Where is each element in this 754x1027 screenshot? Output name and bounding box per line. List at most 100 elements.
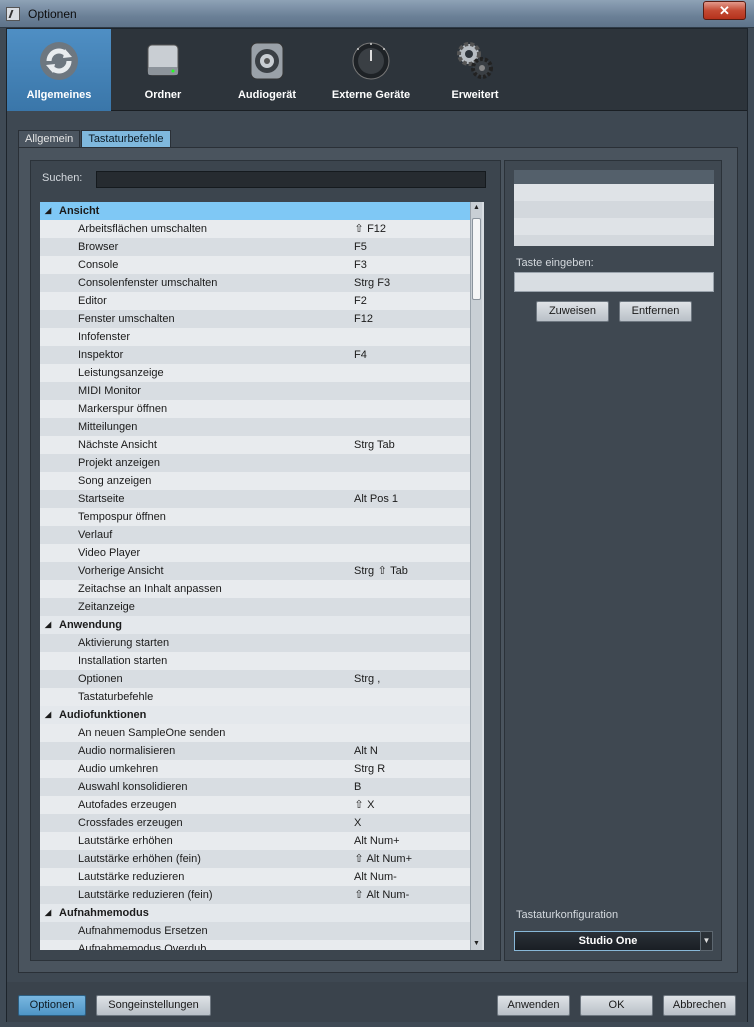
shortcut-row[interactable]: Song anzeigen xyxy=(40,472,477,490)
tree-scrollbar[interactable]: ▲ ▼ xyxy=(470,202,482,950)
shortcut-row[interactable]: Startseite Alt Pos 1 xyxy=(40,490,477,508)
shortcut-row[interactable]: Browser F5 xyxy=(40,238,477,256)
keyboard-config-select[interactable]: Studio One xyxy=(514,931,702,951)
shortcut-key: F12 xyxy=(354,313,373,325)
shortcut-row[interactable]: Verlauf xyxy=(40,526,477,544)
shortcut-row[interactable]: Installation starten xyxy=(40,652,477,670)
app-icon xyxy=(6,7,20,21)
remove-button[interactable]: Entfernen xyxy=(619,301,692,322)
shortcut-key: B xyxy=(354,781,362,793)
shortcut-name: Lautstärke reduzieren xyxy=(78,871,185,883)
category-advanced[interactable]: Erweitert xyxy=(423,29,527,111)
close-button[interactable]: ✕ xyxy=(703,1,746,20)
tree-category[interactable]: ◢ Aufnahmemodus xyxy=(40,904,477,922)
shortcut-name: Mitteilungen xyxy=(78,421,138,433)
shortcut-row[interactable]: Vorherige Ansicht Strg ⇧ Tab xyxy=(40,562,477,580)
ok-button[interactable]: OK xyxy=(580,995,653,1016)
shortcut-row[interactable]: Zeitachse an Inhalt anpassen xyxy=(40,580,477,598)
shortcut-key: ⇧ Alt Num- xyxy=(354,886,409,904)
category-label: Erweitert xyxy=(451,89,499,101)
shortcut-row[interactable]: Aufnahmemodus Ersetzen xyxy=(40,922,477,940)
shortcut-row[interactable]: Infofenster xyxy=(40,328,477,346)
shortcut-row[interactable]: Audio normalisieren Alt N xyxy=(40,742,477,760)
shortcut-name: Lautstärke erhöhen xyxy=(78,835,173,847)
shortcut-name: Aufnahmemodus Ersetzen xyxy=(78,925,208,937)
shortcut-name: Vorherige Ansicht xyxy=(78,565,164,577)
assign-button[interactable]: Zuweisen xyxy=(536,301,609,322)
shortcut-row[interactable]: Auswahl konsolidieren B xyxy=(40,778,477,796)
apply-button[interactable]: Anwenden xyxy=(497,995,570,1016)
shortcut-row[interactable]: Leistungsanzeige xyxy=(40,364,477,382)
shortcut-row[interactable]: Video Player xyxy=(40,544,477,562)
assigned-keys-list[interactable] xyxy=(514,170,714,246)
list-item xyxy=(514,218,714,235)
shortcut-name: Aufnahmemodus xyxy=(59,907,149,919)
tree-category[interactable]: ◢ Audiofunktionen xyxy=(40,706,477,724)
category-label: Ordner xyxy=(144,89,182,101)
shortcut-name: Fenster umschalten xyxy=(78,313,175,325)
category-external-devices[interactable]: Externe Geräte xyxy=(319,29,423,111)
shortcut-row[interactable]: Aufnahmemodus Overdub xyxy=(40,940,477,950)
scroll-down-icon[interactable]: ▼ xyxy=(471,938,482,950)
shortcut-row[interactable]: Arbeitsflächen umschalten ⇧ F12 xyxy=(40,220,477,238)
shortcut-name: Audio normalisieren xyxy=(78,745,176,757)
shortcut-name: Leistungsanzeige xyxy=(78,367,164,379)
shortcut-row[interactable]: Lautstärke erhöhen Alt Num+ xyxy=(40,832,477,850)
title-bar: Optionen ✕ xyxy=(0,0,754,28)
shortcut-row[interactable]: Nächste Ansicht Strg Tab xyxy=(40,436,477,454)
collapse-icon[interactable]: ◢ xyxy=(45,202,51,220)
song-settings-button[interactable]: Songeinstellungen xyxy=(96,995,211,1016)
shortcut-row[interactable]: Consolenfenster umschalten Strg F3 xyxy=(40,274,477,292)
shortcut-row[interactable]: Audio umkehren Strg R xyxy=(40,760,477,778)
category-folders[interactable]: Ordner xyxy=(111,29,215,111)
shortcut-row[interactable]: An neuen SampleOne senden xyxy=(40,724,477,742)
shortcut-row[interactable]: Lautstärke reduzieren (fein) ⇧ Alt Num- xyxy=(40,886,477,904)
shortcut-row[interactable]: Projekt anzeigen xyxy=(40,454,477,472)
shortcut-row[interactable]: Console F3 xyxy=(40,256,477,274)
shortcut-row[interactable]: Zeitanzeige xyxy=(40,598,477,616)
shortcut-name: Aufnahmemodus Overdub xyxy=(78,943,207,950)
scroll-up-icon[interactable]: ▲ xyxy=(471,202,482,214)
tree-category[interactable]: ◢ Ansicht xyxy=(40,202,477,220)
options-button[interactable]: Optionen xyxy=(18,995,86,1016)
shortcut-name: Autofades erzeugen xyxy=(78,799,177,811)
shortcut-key: Alt N xyxy=(354,745,378,757)
shortcut-row[interactable]: Markerspur öffnen xyxy=(40,400,477,418)
collapse-icon[interactable]: ◢ xyxy=(45,904,51,922)
shift-icon: ⇧ xyxy=(354,799,364,811)
shortcut-row[interactable]: Lautstärke erhöhen (fein) ⇧ Alt Num+ xyxy=(40,850,477,868)
category-general[interactable]: Allgemeines xyxy=(7,29,111,111)
shortcut-row[interactable]: Tastaturbefehle xyxy=(40,688,477,706)
shortcut-row[interactable]: Optionen Strg , xyxy=(40,670,477,688)
shortcut-name: Projekt anzeigen xyxy=(78,457,160,469)
scroll-thumb[interactable] xyxy=(472,218,481,300)
key-input-field[interactable] xyxy=(514,272,714,292)
shortcut-name: Verlauf xyxy=(78,529,113,541)
shortcut-key: ⇧ F12 xyxy=(354,220,386,238)
shortcut-name: Arbeitsflächen umschalten xyxy=(78,223,208,235)
shortcut-row[interactable]: MIDI Monitor xyxy=(40,382,477,400)
tab-allgemein[interactable]: Allgemein xyxy=(18,130,81,148)
shortcut-row[interactable]: Crossfades erzeugen X xyxy=(40,814,477,832)
shortcut-row[interactable]: Editor F2 xyxy=(40,292,477,310)
shortcut-row[interactable]: Fenster umschalten F12 xyxy=(40,310,477,328)
shortcut-row[interactable]: Tempospur öffnen xyxy=(40,508,477,526)
window-title: Optionen xyxy=(28,7,77,21)
cancel-button[interactable]: Abbrechen xyxy=(663,995,736,1016)
shortcut-key: F2 xyxy=(354,295,367,307)
collapse-icon[interactable]: ◢ xyxy=(45,706,51,724)
search-input[interactable] xyxy=(96,171,486,188)
tree-category[interactable]: ◢ Anwendung xyxy=(40,616,477,634)
tab-tastaturbefehle[interactable]: Tastaturbefehle xyxy=(81,130,171,148)
shortcut-row[interactable]: Inspektor F4 xyxy=(40,346,477,364)
shortcut-key: Strg F3 xyxy=(354,277,391,289)
collapse-icon[interactable]: ◢ xyxy=(45,616,51,634)
shortcut-row[interactable]: Mitteilungen xyxy=(40,418,477,436)
shortcut-row[interactable]: Autofades erzeugen ⇧ X xyxy=(40,796,477,814)
shortcut-row[interactable]: Lautstärke reduzieren Alt Num- xyxy=(40,868,477,886)
shortcut-row[interactable]: Aktivierung starten xyxy=(40,634,477,652)
category-audio-device[interactable]: Audiogerät xyxy=(215,29,319,111)
shortcut-name: Auswahl konsolidieren xyxy=(78,781,188,793)
shift-icon: ⇧ xyxy=(354,889,364,901)
chevron-down-icon[interactable]: ▼ xyxy=(700,931,713,951)
